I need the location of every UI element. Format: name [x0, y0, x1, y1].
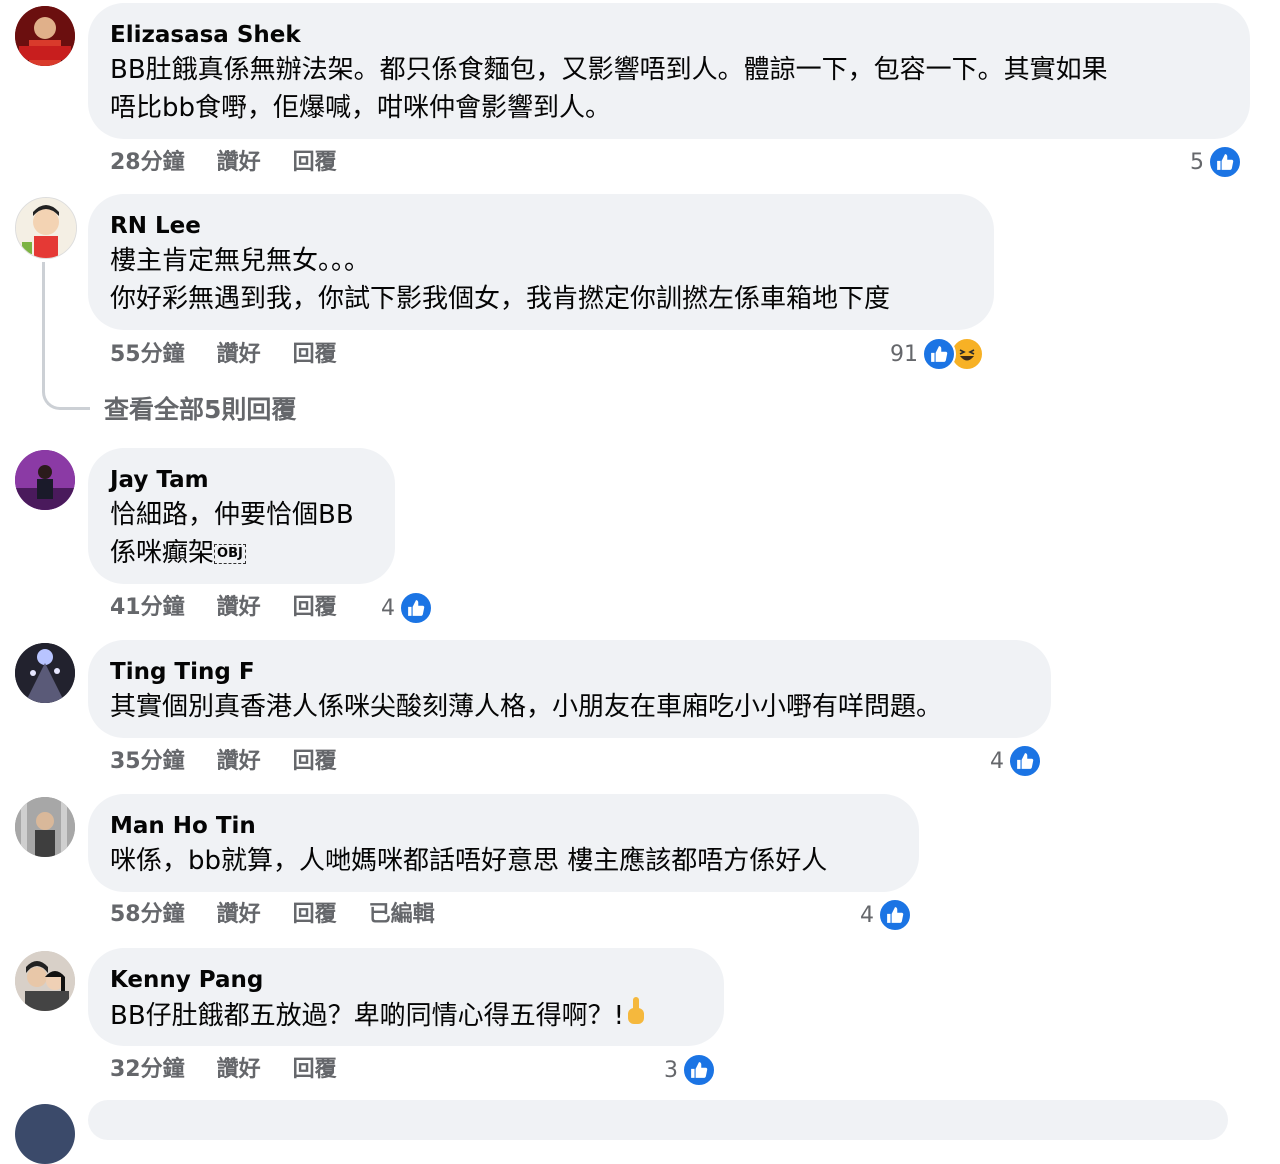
pointing-hand-icon	[626, 996, 646, 1037]
comment-time[interactable]: 41分鐘	[110, 593, 185, 623]
comment-time[interactable]: 28分鐘	[110, 148, 185, 178]
comment-actions: 41分鐘 讚好 回覆	[110, 593, 337, 623]
comment-author[interactable]: RN Lee	[110, 210, 972, 242]
like-reaction-icon	[1208, 145, 1242, 179]
like-reaction-icon	[922, 337, 956, 371]
comment-time[interactable]: 58分鐘	[110, 900, 185, 930]
comment-actions: 32分鐘 讚好 回覆	[110, 1055, 337, 1085]
like-reaction-icon	[878, 898, 912, 932]
comment-bubble: Man Ho Tin 咪係，bb就算，人哋媽咪都話唔好意思 樓主應該都唔方係好人	[88, 794, 919, 892]
reaction-count: 5	[1190, 149, 1204, 175]
next-comment-bubble-partial	[88, 1100, 1228, 1140]
comment-text: 咪係，bb就算，人哋媽咪都話唔好意思 樓主應該都唔方係好人	[110, 846, 828, 876]
avatar[interactable]	[15, 6, 75, 66]
reply-button[interactable]: 回覆	[293, 747, 337, 777]
reaction-count: 91	[890, 341, 918, 367]
reaction-summary[interactable]: 4	[381, 590, 433, 626]
reply-button[interactable]: 回覆	[293, 340, 337, 370]
comment-time[interactable]: 32分鐘	[110, 1055, 185, 1085]
comment-actions: 35分鐘 讚好 回覆	[110, 747, 337, 777]
comment-actions: 55分鐘 讚好 回覆	[110, 340, 337, 370]
reaction-summary[interactable]: 91	[890, 336, 984, 372]
like-button[interactable]: 讚好	[217, 900, 261, 930]
like-reaction-icon	[682, 1053, 716, 1087]
next-comment-avatar-partial	[15, 1104, 75, 1164]
reply-button[interactable]: 回覆	[293, 148, 337, 178]
comment-text: 係咪癲架 OBJ	[110, 534, 373, 572]
comment-author[interactable]: Ting Ting F	[110, 656, 1029, 688]
reply-button[interactable]: 回覆	[293, 1055, 337, 1085]
comment-author[interactable]: Kenny Pang	[110, 964, 702, 996]
view-all-replies-link[interactable]: 查看全部5則回覆	[104, 390, 296, 426]
reaction-count: 4	[860, 902, 874, 928]
comment-text: 唔比bb食嘢，佢爆喊，咁咪仲會影響到人。	[110, 93, 612, 123]
comment-text: 樓主肯定無兒無女。。。	[110, 246, 371, 276]
comment-bubble: Jay Tam 恰細路，仲要恰個BB 係咪癲架 OBJ	[88, 448, 395, 584]
like-button[interactable]: 讚好	[217, 593, 261, 623]
comment-author[interactable]: Elizasasa Shek	[110, 19, 1228, 51]
comment-author[interactable]: Jay Tam	[110, 464, 373, 496]
like-button[interactable]: 讚好	[217, 1055, 261, 1085]
avatar[interactable]	[15, 197, 77, 259]
comment-bubble: Elizasasa Shek BB肚餓真係無辦法架。都只係食麵包，又影響唔到人。…	[88, 3, 1250, 139]
comment-time[interactable]: 55分鐘	[110, 340, 185, 370]
comment-time[interactable]: 35分鐘	[110, 747, 185, 777]
like-button[interactable]: 讚好	[217, 747, 261, 777]
comment-text: 你好彩無遇到我，你試下影我個女，我肯撚定你訓撚左係車箱地下度	[110, 284, 891, 314]
reaction-summary[interactable]: 3	[664, 1052, 716, 1088]
comment-text: BB肚餓真係無辦法架。都只係食麵包，又影響唔到人。體諒一下，包容一下。其實如果	[110, 55, 1108, 85]
avatar[interactable]	[15, 951, 75, 1011]
comment-actions: 28分鐘 讚好 回覆	[110, 148, 337, 178]
avatar[interactable]	[15, 797, 75, 857]
comment-author[interactable]: Man Ho Tin	[110, 810, 897, 842]
comment-text: BB仔肚餓都五放過？卑啲同情心得五得啊？!	[110, 996, 702, 1037]
reply-button[interactable]: 回覆	[293, 593, 337, 623]
comment-bubble: RN Lee 樓主肯定無兒無女。。。 你好彩無遇到我，你試下影我個女，我肯撚定你…	[88, 194, 994, 330]
reaction-summary[interactable]: 4	[990, 743, 1042, 779]
avatar[interactable]	[15, 450, 75, 510]
reaction-summary[interactable]: 4	[860, 897, 912, 933]
reaction-summary[interactable]: 5	[1190, 144, 1242, 180]
like-reaction-icon	[399, 591, 433, 625]
comment-actions: 58分鐘 讚好 回覆 已編輯	[110, 900, 435, 930]
reply-thread-line	[42, 262, 90, 410]
reaction-count: 3	[664, 1057, 678, 1083]
comment-text: 其實個別真香港人係咪尖酸刻薄人格，小朋友在車廂吃小小嘢有咩問題。	[110, 692, 943, 722]
like-button[interactable]: 讚好	[217, 148, 261, 178]
reaction-count: 4	[990, 748, 1004, 774]
like-reaction-icon	[1008, 744, 1042, 778]
reaction-count: 4	[381, 595, 395, 621]
comment-bubble: Ting Ting F 其實個別真香港人係咪尖酸刻薄人格，小朋友在車廂吃小小嘢有…	[88, 640, 1051, 738]
like-button[interactable]: 讚好	[217, 340, 261, 370]
reply-button[interactable]: 回覆	[293, 900, 337, 930]
comment-text: 恰細路，仲要恰個BB	[110, 500, 354, 530]
object-placeholder: OBJ	[214, 543, 246, 564]
edited-label: 已編輯	[368, 902, 435, 927]
comment-bubble: Kenny Pang BB仔肚餓都五放過？卑啲同情心得五得啊？!	[88, 948, 724, 1046]
avatar[interactable]	[15, 643, 75, 703]
